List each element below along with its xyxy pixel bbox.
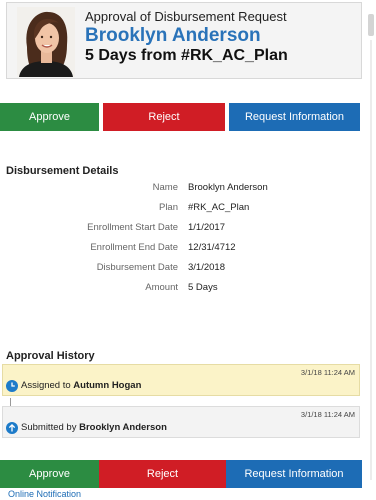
request-header: Approval of Disbursement Request Brookly…	[6, 2, 362, 79]
detail-value: 1/1/2017	[188, 222, 225, 233]
reject-button[interactable]: Reject	[99, 460, 226, 488]
action-bar-top: Approve Reject Request Information	[0, 103, 362, 131]
history-text: Submitted by Brooklyn Anderson	[21, 422, 167, 433]
approve-button[interactable]: Approve	[0, 460, 99, 488]
detail-value: 12/31/4712	[188, 242, 236, 253]
detail-row-amount: Amount 5 Days	[0, 282, 362, 298]
reject-button[interactable]: Reject	[103, 103, 225, 131]
detail-label: Amount	[145, 282, 178, 293]
detail-value: 5 Days	[188, 282, 218, 293]
requester-name: Brooklyn Anderson	[85, 25, 261, 46]
detail-label: Enrollment Start Date	[87, 222, 178, 233]
scrollbar-track[interactable]	[370, 40, 372, 480]
online-notification-link[interactable]: Online Notification	[8, 489, 81, 499]
detail-label: Enrollment End Date	[90, 242, 178, 253]
request-information-button[interactable]: Request Information	[226, 460, 362, 488]
detail-row-enrollment-end: Enrollment End Date 12/31/4712	[0, 242, 362, 258]
scrollbar-thumb[interactable]	[368, 14, 374, 36]
detail-row-disbursement-date: Disbursement Date 3/1/2018	[0, 262, 362, 278]
arrow-up-icon	[6, 421, 18, 434]
clock-icon	[6, 379, 18, 392]
details-section-title: Disbursement Details	[6, 165, 119, 177]
detail-row-enrollment-start: Enrollment Start Date 1/1/2017	[0, 222, 362, 238]
detail-label: Name	[152, 182, 178, 193]
detail-label: Disbursement Date	[96, 262, 178, 273]
detail-value: 3/1/2018	[188, 262, 225, 273]
approve-button[interactable]: Approve	[0, 103, 99, 131]
request-information-button[interactable]: Request Information	[229, 103, 360, 131]
request-title: Approval of Disbursement Request	[85, 9, 287, 24]
history-timestamp: 3/1/18 11:24 AM	[300, 410, 355, 419]
history-timestamp: 3/1/18 11:24 AM	[300, 368, 355, 377]
detail-value: Brooklyn Anderson	[188, 182, 268, 193]
detail-row-name: Name Brooklyn Anderson	[0, 182, 362, 198]
history-item-assigned: 3/1/18 11:24 AM Assigned to Autumn Hogan	[2, 364, 360, 396]
detail-label: Plan	[158, 202, 178, 213]
detail-row-plan: Plan #RK_AC_Plan	[0, 202, 362, 218]
detail-value: #RK_AC_Plan	[188, 202, 250, 213]
history-section-title: Approval History	[6, 350, 95, 362]
history-connector	[10, 398, 11, 406]
history-person: Brooklyn Anderson	[79, 422, 167, 433]
history-text: Assigned to Autumn Hogan	[21, 380, 142, 391]
request-subtitle: 5 Days from #RK_AC_Plan	[85, 47, 288, 64]
history-person: Autumn Hogan	[73, 380, 142, 391]
action-bar-bottom: Approve Reject Request Information	[0, 460, 362, 488]
history-item-submitted: 3/1/18 11:24 AM Submitted by Brooklyn An…	[2, 406, 360, 438]
avatar	[17, 7, 75, 77]
